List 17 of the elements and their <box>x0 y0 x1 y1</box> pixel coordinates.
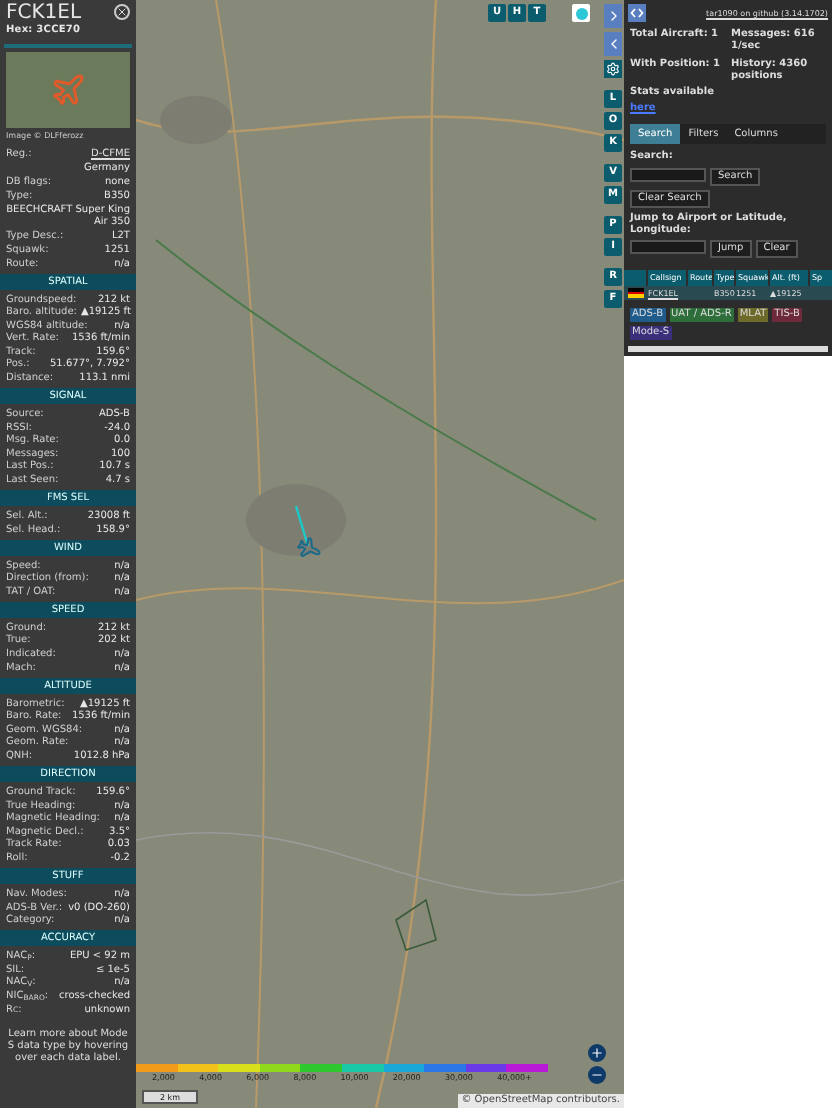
search-field[interactable] <box>630 168 706 182</box>
toggle-sidebar-button[interactable] <box>628 4 646 22</box>
plus-icon <box>590 1046 604 1060</box>
close-icon <box>116 6 128 18</box>
plane-icon <box>50 71 86 107</box>
flight-track <box>292 504 312 548</box>
gear-icon <box>606 62 620 76</box>
close-button[interactable] <box>114 4 130 20</box>
zoom-in-button[interactable] <box>588 1044 606 1062</box>
settings-button[interactable] <box>604 60 622 78</box>
jump-field[interactable] <box>630 240 706 254</box>
minus-icon <box>590 1068 604 1082</box>
double-chevron-icon <box>630 8 644 18</box>
expand-button[interactable] <box>604 4 622 28</box>
zoom-out-button[interactable] <box>588 1066 606 1084</box>
callsign-title: FCK1EL <box>6 4 82 24</box>
flag-icon <box>627 288 643 298</box>
